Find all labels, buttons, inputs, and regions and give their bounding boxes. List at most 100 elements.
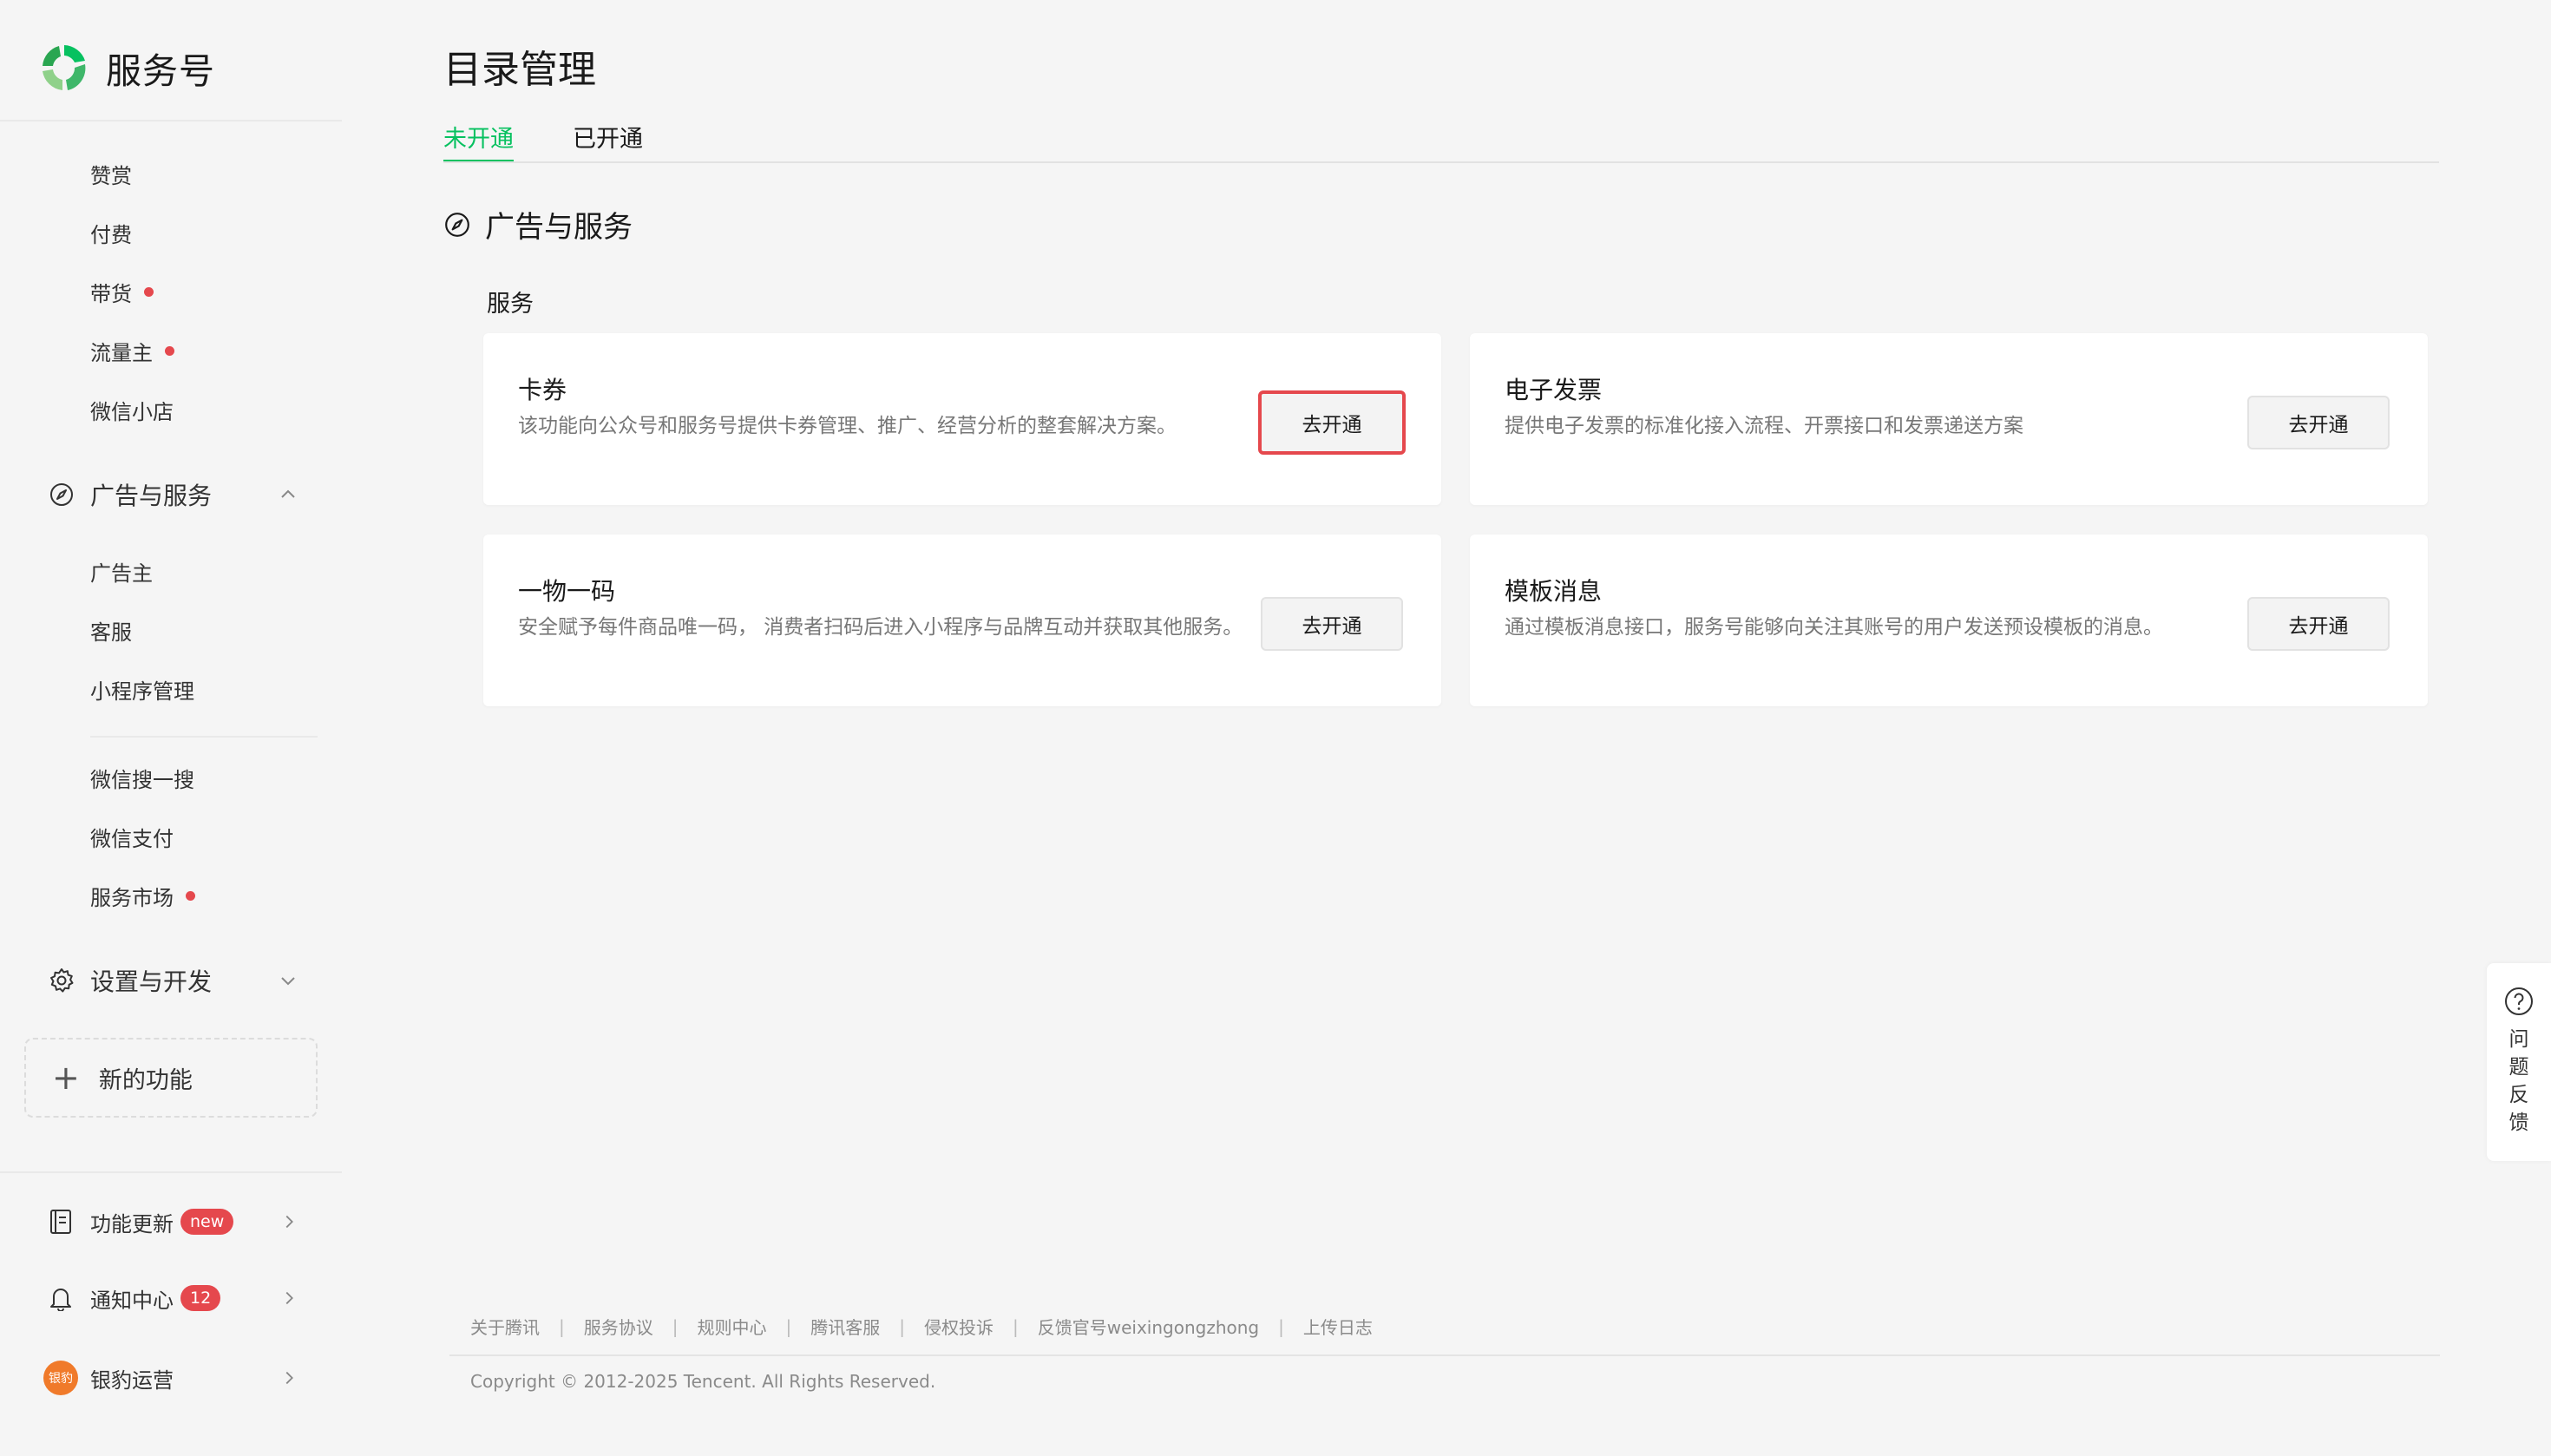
service-card-coupon: 卡券 该功能向公众号和服务号提供卡券管理、推广、经营分析的整套解决方案。 去开通: [483, 333, 1441, 505]
red-dot-badge: [186, 890, 195, 901]
sidebar-item-label: 客服: [90, 620, 132, 645]
activate-button[interactable]: 去开通: [2247, 597, 2390, 651]
sidebar-item-miniprogram-mgmt[interactable]: 小程序管理: [90, 672, 194, 706]
footer-link-rules-center[interactable]: 规则中心: [698, 1314, 767, 1339]
sidebar-item-label: 赞赏: [90, 163, 132, 188]
sidebar-group-label: 设置与开发: [90, 967, 213, 996]
chevron-down-icon: [281, 977, 295, 986]
notification-center-label: 通知中心: [90, 1288, 174, 1313]
footer-divider: [449, 1354, 2440, 1356]
page-title: 目录管理: [443, 48, 596, 92]
footer-separator: |: [1278, 1315, 1284, 1337]
chevron-right-icon: [285, 1215, 293, 1229]
sidebar-item-label: 带货: [90, 281, 132, 306]
sidebar-item-customer-service[interactable]: 客服: [90, 613, 132, 647]
sidebar-item-label: 广告主: [90, 561, 153, 586]
sidebar-item-label: 服务市场: [90, 885, 174, 910]
chevron-up-icon: [281, 489, 295, 498]
footer-link-service-agreement[interactable]: 服务协议: [584, 1314, 653, 1339]
tab-activated[interactable]: 已开通: [573, 120, 643, 163]
card-description: 提供电子发票的标准化接入流程、开票接口和发票递送方案: [1505, 415, 2023, 437]
footer-link-upload-log[interactable]: 上传日志: [1303, 1314, 1373, 1339]
footer-link-feedback-account[interactable]: 反馈官号weixingongzhong: [1038, 1314, 1259, 1339]
footer-separator: |: [785, 1315, 792, 1337]
footer-separator: |: [1013, 1315, 1019, 1337]
divider: [0, 120, 342, 121]
sidebar-item-label: 微信支付: [90, 826, 174, 851]
sidebar-item-traffic-owner[interactable]: 流量主: [90, 333, 174, 368]
footer-links: 关于腾讯 | 服务协议 | 规则中心 | 腾讯客服 | 侵权投诉 | 反馈官号w…: [470, 1314, 1373, 1339]
sidebar-item-notification-center[interactable]: 通知中心 12: [43, 1276, 298, 1321]
new-badge: new: [180, 1209, 234, 1235]
divider: [0, 1171, 342, 1173]
account-name: 银豹运营: [90, 1367, 174, 1393]
sidebar-item-wechat-search[interactable]: 微信搜一搜: [90, 760, 194, 795]
copyright: Copyright © 2012-2025 Tencent. All Right…: [470, 1371, 936, 1392]
footer-link-tencent-support[interactable]: 腾讯客服: [810, 1314, 880, 1339]
bell-icon: [43, 1281, 78, 1315]
notification-count-badge: 12: [180, 1285, 221, 1311]
footer-separator: |: [672, 1315, 679, 1337]
card-description: 安全赋予每件商品唯一码， 消费者扫码后进入小程序与品牌互动并获取其他服务。: [518, 616, 1243, 639]
subsection-title: 服务: [487, 291, 534, 318]
app-logo[interactable]: 服务号: [38, 42, 215, 94]
chevron-right-icon: [285, 1371, 293, 1385]
avatar: 银豹: [43, 1361, 78, 1395]
compass-icon: [47, 480, 76, 509]
compass-icon: [445, 212, 469, 237]
tab-not-activated[interactable]: 未开通: [443, 120, 514, 163]
red-dot-badge: [144, 286, 154, 297]
sidebar-group-label: 广告与服务: [90, 482, 213, 510]
section-header: 广告与服务: [443, 203, 633, 246]
chevron-right-icon: [285, 1291, 293, 1305]
footer-link-infringement[interactable]: 侵权投诉: [924, 1314, 994, 1339]
divider: [90, 736, 318, 738]
sidebar-item-label: 微信搜一搜: [90, 767, 194, 792]
sidebar-item-feature-updates[interactable]: 功能更新 new: [43, 1199, 298, 1244]
card-description: 该功能向公众号和服务号提供卡券管理、推广、经营分析的整套解决方案。: [518, 415, 1177, 437]
service-card-one-item-one-code: 一物一码 安全赋予每件商品唯一码， 消费者扫码后进入小程序与品牌互动并获取其他服…: [483, 535, 1441, 706]
section-title: 广告与服务: [485, 210, 633, 245]
sidebar-group-ads-services[interactable]: 广告与服务: [47, 474, 298, 515]
sidebar-item-wechat-shop[interactable]: 微信小店: [90, 392, 174, 427]
card-title: 卡券: [518, 376, 567, 404]
activate-button[interactable]: 去开通: [1258, 390, 1406, 455]
footer-separator: |: [899, 1315, 905, 1337]
card-title: 模板消息: [1505, 577, 1603, 606]
activate-button[interactable]: 去开通: [2247, 396, 2390, 449]
card-description: 通过模板消息接口，服务号能够向关注其账号的用户发送预设模板的消息。: [1505, 616, 2163, 639]
activate-button[interactable]: 去开通: [1261, 597, 1403, 651]
footer-separator: |: [559, 1315, 565, 1337]
service-card-template-message: 模板消息 通过模板消息接口，服务号能够向关注其账号的用户发送预设模板的消息。 去…: [1470, 535, 2428, 706]
new-feature-button[interactable]: + 新的功能: [24, 1038, 318, 1118]
sidebar-item-paid[interactable]: 付费: [90, 215, 132, 250]
sidebar-item-label: 微信小店: [90, 399, 174, 424]
sidebar-item-advertiser[interactable]: 广告主: [90, 554, 153, 588]
feedback-button[interactable]: 问题反馈: [2487, 963, 2551, 1161]
new-feature-label: 新的功能: [98, 1066, 193, 1094]
tabs-divider: [443, 161, 2439, 163]
app-name: 服务号: [106, 50, 215, 92]
sidebar-item-sales[interactable]: 带货: [90, 274, 154, 309]
sidebar-item-reward[interactable]: 赞赏: [90, 156, 132, 191]
sidebar-item-label: 付费: [90, 222, 132, 247]
book-icon: [43, 1204, 78, 1239]
sidebar-item-label: 流量主: [90, 340, 153, 365]
question-circle-icon: [2505, 987, 2533, 1015]
sidebar-group-settings-dev[interactable]: 设置与开发: [47, 960, 298, 1001]
tab-bar: 未开通 已开通: [443, 120, 702, 163]
sidebar: 服务号 赞赏 付费 带货 流量主 微信小店 广告与服务 广告主 客服 小程序管理…: [0, 0, 342, 1456]
feedback-label: 问题反馈: [2508, 1028, 2529, 1134]
footer-link-about[interactable]: 关于腾讯: [470, 1314, 540, 1339]
card-title: 电子发票: [1505, 376, 1603, 404]
sidebar-item-service-market[interactable]: 服务市场: [90, 878, 195, 913]
card-title: 一物一码: [518, 577, 616, 606]
red-dot-badge: [165, 345, 174, 356]
sidebar-item-label: 小程序管理: [90, 679, 194, 704]
service-card-e-invoice: 电子发票 提供电子发票的标准化接入流程、开票接口和发票递送方案 去开通: [1470, 333, 2428, 505]
sidebar-item-account[interactable]: 银豹 银豹运营: [43, 1355, 298, 1400]
feature-updates-label: 功能更新: [90, 1211, 174, 1236]
plus-icon: +: [52, 1059, 80, 1097]
sidebar-item-wechat-pay[interactable]: 微信支付: [90, 819, 174, 854]
gear-icon: [47, 966, 76, 995]
